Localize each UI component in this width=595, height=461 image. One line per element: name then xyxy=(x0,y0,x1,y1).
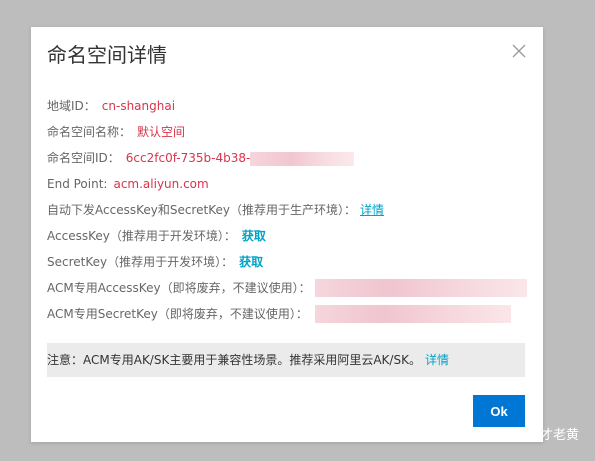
watermark-text: 不才老黄 xyxy=(526,428,579,443)
namespace-name-label: 命名空间名称： xyxy=(47,125,132,139)
get-access-key-link[interactable]: 获取 xyxy=(242,229,266,243)
acm-secret-key-label: ACM专用SecretKey（即将废弃，不建议使用）： xyxy=(47,307,308,321)
auto-key-details-link[interactable]: 详情 xyxy=(360,203,384,217)
notice-details-link[interactable]: 详情 xyxy=(425,353,449,367)
ok-button[interactable]: Ok xyxy=(473,395,525,427)
namespace-id-value: 6cc2fc0f-735b-4b38- xyxy=(125,151,251,165)
namespace-details-dialog: 命名空间详情 地域ID： cn-shanghai 命名空间名称： 默认空间 命名空间… xyxy=(31,27,543,442)
auto-key-label: 自动下发AccessKey和SecretKey（推荐用于生产环境）： xyxy=(47,203,356,217)
notice-text: 注意：ACM专用AK/SK主要用于兼容性场景。推荐采用阿里云AK/SK。 xyxy=(47,353,421,367)
redacted-namespace-id xyxy=(250,151,355,166)
acm-secret-key-row: ACM专用SecretKey（即将废弃，不建议使用）： xyxy=(47,301,527,327)
notice-banner: 注意：ACM专用AK/SK主要用于兼容性场景。推荐采用阿里云AK/SK。 详情 xyxy=(47,343,525,377)
details-list: 地域ID： cn-shanghai 命名空间名称： 默认空间 命名空间ID： 6cc2… xyxy=(47,93,527,327)
endpoint-value: acm.aliyun.com xyxy=(113,177,209,191)
access-key-label: AccessKey（推荐用于开发环境）： xyxy=(47,229,236,243)
close-icon[interactable] xyxy=(511,43,527,59)
namespace-id-row: 命名空间ID： 6cc2fc0f-735b-4b38- xyxy=(47,145,527,171)
watermark: 不才老黄 xyxy=(503,424,579,443)
redacted-acm-secret-key xyxy=(315,305,511,323)
secret-key-label: SecretKey（推荐用于开发环境）： xyxy=(47,255,234,269)
namespace-id-label: 命名空间ID： xyxy=(47,151,120,165)
region-label: 地域ID： xyxy=(47,99,96,113)
get-secret-key-link[interactable]: 获取 xyxy=(239,255,263,269)
endpoint-label: End Point: xyxy=(47,177,108,191)
dialog-title: 命名空间详情 xyxy=(47,43,167,67)
access-key-row: AccessKey（推荐用于开发环境）： 获取 xyxy=(47,223,527,249)
endpoint-row: End Point: acm.aliyun.com xyxy=(47,171,527,197)
namespace-name-value: 默认空间 xyxy=(137,125,186,139)
acm-access-key-row: ACM专用AccessKey（即将废弃，不建议使用）： xyxy=(47,275,527,301)
region-row: 地域ID： cn-shanghai xyxy=(47,93,527,119)
auto-key-row: 自动下发AccessKey和SecretKey（推荐用于生产环境）： 详情 xyxy=(47,197,527,223)
acm-access-key-label: ACM专用AccessKey（即将废弃，不建议使用）： xyxy=(47,281,311,295)
namespace-name-row: 命名空间名称： 默认空间 xyxy=(47,119,527,145)
wechat-icon xyxy=(503,426,521,442)
region-value: cn-shanghai xyxy=(101,99,176,113)
redacted-acm-access-key xyxy=(315,279,527,297)
secret-key-row: SecretKey（推荐用于开发环境）： 获取 xyxy=(47,249,527,275)
